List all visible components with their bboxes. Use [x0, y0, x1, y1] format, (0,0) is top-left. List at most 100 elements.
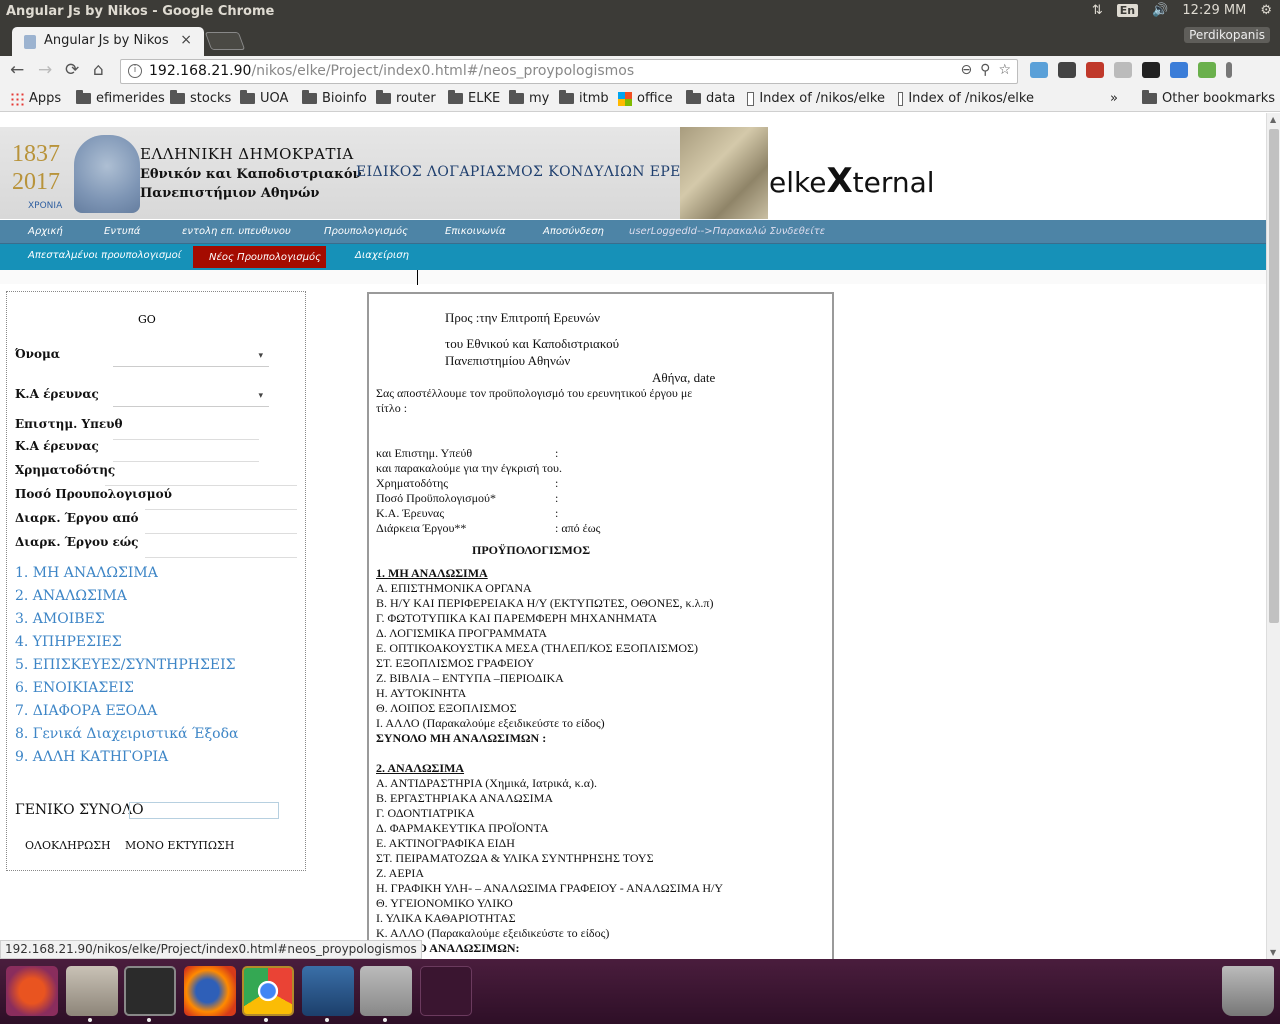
nav-contact[interactable]: Επικοινωνία — [445, 226, 506, 237]
nav-forms[interactable]: Εντυπά — [104, 226, 140, 237]
banner-line2: Εθνικόν και Καποδιστριακόν — [140, 167, 362, 182]
reload-icon[interactable]: ⟳ — [65, 60, 79, 80]
browser-tab[interactable]: Angular Js by Nikos × — [12, 27, 204, 56]
bookmark-folder[interactable]: router — [376, 90, 436, 106]
folder-icon — [170, 90, 185, 104]
bookmark-folder[interactable]: itmb — [559, 90, 609, 106]
tab-close-icon[interactable]: × — [180, 32, 192, 48]
category-link-misc-expenses[interactable]: 7. ΔΙΑΦΟΡΑ ΕΞΟΔΑ — [15, 703, 157, 719]
name-select[interactable]: ▾ — [113, 347, 269, 367]
zoom-icon[interactable]: ⊖ — [960, 62, 972, 78]
duration-from-field[interactable] — [145, 516, 297, 534]
print-only-button[interactable]: ΜΟΝΟ ΕΚΤΥΠΩΣΗ — [125, 839, 234, 852]
subnav-new-budget-tab[interactable]: Νέος Προυπολογισμός — [193, 246, 326, 268]
category-link-services[interactable]: 4. ΥΠΗΡΕΣΙΕΣ — [15, 634, 122, 650]
scroll-up-arrow-icon[interactable]: ▲ — [1270, 115, 1276, 124]
folder-icon — [240, 90, 255, 104]
bookmark-star-icon[interactable]: ☆ — [998, 62, 1011, 78]
complete-button[interactable]: ΟΛΟΚΛΗΡΩΣΗ — [25, 839, 111, 852]
extension-icon-1[interactable] — [1030, 62, 1048, 78]
bookmark-folder[interactable]: stocks — [170, 90, 231, 106]
duration-to-field[interactable] — [145, 540, 297, 558]
ubuntu-dash-icon[interactable] — [6, 966, 58, 1016]
doc-intro-line2: τίτλο : — [376, 401, 408, 415]
mysql-workbench-icon[interactable] — [302, 966, 354, 1016]
new-tab-button[interactable] — [204, 32, 246, 50]
home-icon[interactable]: ⌂ — [93, 60, 104, 80]
bookmark-page[interactable]: Index of /nikos/elke — [747, 91, 885, 106]
budget-amount-field[interactable] — [145, 492, 297, 510]
doc-section1-item: Β. Η/Υ ΚΑΙ ΠΕΡΙΦΕΡΕΙΑΚΑ Η/Υ (ΕΚΤΥΠΩΤΕΣ, … — [376, 596, 714, 610]
go-button[interactable]: GO — [138, 313, 156, 326]
volume-icon[interactable]: 🔊 — [1152, 3, 1168, 18]
category-link-consumables[interactable]: 2. ΑΝΑΛΩΣΙΜΑ — [15, 588, 127, 604]
bookmark-folder[interactable]: my — [509, 90, 549, 106]
site-info-icon[interactable]: i — [128, 64, 142, 78]
extension-icon-5[interactable] — [1142, 62, 1160, 78]
extension-icon-2[interactable] — [1058, 62, 1076, 78]
subnav-management[interactable]: Διαχείριση — [355, 250, 409, 261]
banner-line3: Πανεπιστήμιον Αθηνών — [140, 186, 320, 201]
remmina-icon[interactable] — [360, 966, 412, 1016]
firefox-icon[interactable] — [184, 966, 236, 1016]
chrome-menu-icon[interactable] — [1226, 62, 1232, 78]
scrollbar-thumb[interactable] — [1269, 129, 1279, 623]
scroll-down-arrow-icon[interactable]: ▼ — [1270, 948, 1276, 957]
extension-icon-4[interactable] — [1114, 62, 1132, 78]
scientific-supervisor-field[interactable] — [113, 422, 259, 440]
banner-building-photo — [680, 127, 768, 219]
doc-recipient-line2: του Εθνικού και Καποδιστριακού — [445, 336, 620, 351]
profile-button[interactable]: Perdikopanis — [1184, 27, 1270, 43]
research-code-select[interactable]: ▾ — [113, 387, 269, 407]
doc-section2-item: Α. ΑΝΤΙΔΡΑΣΤΗΡΙΑ (Χημικά, Ιατρικά, κ.α). — [376, 776, 597, 790]
category-link-other[interactable]: 9. ΑΛΛΗ ΚΑΤΗΓΟΡΙΑ — [15, 749, 168, 765]
chrome-icon[interactable] — [242, 966, 294, 1016]
files-icon[interactable] — [66, 966, 118, 1016]
bookmark-apps[interactable]: Apps — [10, 91, 61, 106]
terminal-icon[interactable] — [124, 966, 176, 1016]
workspace-switcher-icon[interactable] — [420, 966, 472, 1016]
extension-icon-6[interactable] — [1170, 62, 1188, 78]
research-code-field[interactable] — [113, 444, 259, 462]
doc-funder-value: : — [555, 476, 559, 490]
trash-icon[interactable] — [1222, 966, 1274, 1016]
forward-arrow-icon[interactable]: → — [38, 60, 52, 80]
settings-gear-icon[interactable]: ⚙ — [1260, 3, 1272, 18]
address-bar[interactable]: i 192.168.21.90/nikos/elke/Project/index… — [120, 59, 1018, 84]
doc-section1-item: Θ. ΛΟΙΠΟΣ ΕΞΟΠΛΙΣΜΟΣ — [376, 701, 517, 715]
bookmark-folder[interactable]: data — [686, 90, 735, 106]
doc-section2-item: Δ. ΦΑΡΜΑΚΕΥΤΙΚΑ ΠΡΟΪΟΝΤΑ — [376, 821, 549, 835]
grand-total-input[interactable] — [129, 802, 279, 819]
other-bookmarks[interactable]: Other bookmarks — [1142, 90, 1275, 106]
category-link-non-consumables[interactable]: 1. ΜΗ ΑΝΑΛΩΣΙΜΑ — [15, 565, 158, 581]
category-link-admin-expenses[interactable]: 8. Γενικά Διαχειριστικά Έξοδα — [15, 726, 239, 742]
category-link-repairs[interactable]: 5. ΕΠΙΣΚΕΥΕΣ/ΣΥΝΤΗΡΗΣΕΙΣ — [15, 657, 236, 673]
back-arrow-icon[interactable]: ← — [10, 60, 24, 80]
network-icon[interactable]: ⇅ — [1092, 3, 1103, 18]
subnav-sent-budgets[interactable]: Απεσταλμένοι προυπολογισμοί — [28, 250, 181, 261]
extension-icon-3[interactable] — [1086, 62, 1104, 78]
bookmark-folder[interactable]: efimerides — [76, 90, 165, 106]
bookmark-folder[interactable]: ELKE — [448, 90, 500, 106]
funder-field[interactable] — [105, 468, 297, 486]
bookmark-folder[interactable]: UOA — [240, 90, 288, 106]
bookmark-folder[interactable]: Bioinfo — [302, 90, 367, 106]
nav-home[interactable]: Αρχική — [28, 226, 63, 237]
nav-logout[interactable]: Αποσύνδεση — [543, 226, 604, 237]
category-link-rentals[interactable]: 6. ΕΝΟΙΚΙΑΣΕΙΣ — [15, 680, 134, 696]
bookmark-office[interactable]: office — [618, 91, 673, 106]
keyboard-layout-indicator[interactable]: En — [1116, 4, 1139, 17]
doc-section2-item: Κ. ΑΛΛΟ (Παρακαλούμε εξειδικεύστε το είδ… — [376, 926, 610, 940]
bookmark-page[interactable]: Index of /nikos/elke — [898, 91, 1034, 106]
nav-budget[interactable]: Προυπολογισμός — [324, 226, 408, 237]
doc-section1-total: ΣΥΝΟΛΟ ΜΗ ΑΝΑΛΩΣΙΜΩΝ : — [376, 731, 547, 745]
subnav-new-budget[interactable]: Νέος Προυπολογισμός — [209, 252, 321, 263]
category-link-fees[interactable]: 3. ΑΜΟΙΒΕΣ — [15, 611, 105, 627]
extension-icon-7[interactable] — [1198, 62, 1216, 78]
doc-recipient-line3: Πανεπιστημίου Αθηνών — [445, 353, 571, 368]
page-scrollbar[interactable]: ▲ ▼ — [1266, 113, 1280, 959]
clock[interactable]: 12:29 MM — [1182, 3, 1246, 18]
bookmarks-overflow-button[interactable]: » — [1110, 91, 1118, 106]
nav-supervisor-order[interactable]: εντολη επ. υπευθυνου — [182, 226, 291, 237]
key-icon[interactable]: ⚲ — [980, 62, 990, 78]
